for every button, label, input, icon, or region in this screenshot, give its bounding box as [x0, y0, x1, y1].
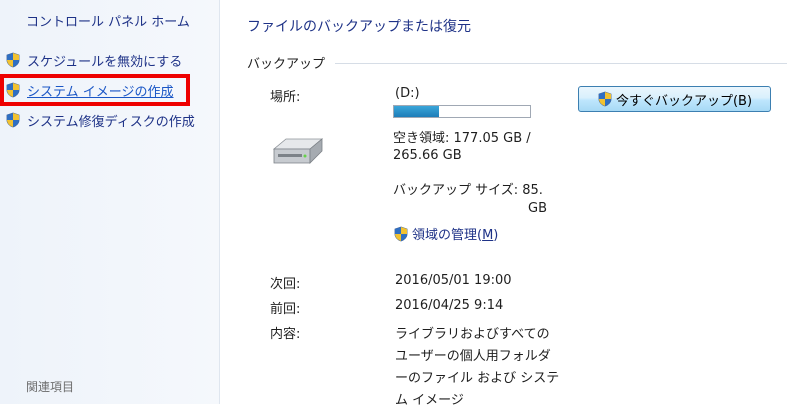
control-panel-home-link[interactable]: コントロール パネル ホーム — [26, 11, 190, 30]
contents-line: ユーザーの個人用フォルダ — [395, 349, 551, 364]
backup-now-label: 今すぐバックアップ(B) — [615, 93, 753, 109]
manage-space-accesskey: M — [482, 228, 494, 243]
manage-space-link[interactable]: 領域の管理(M) — [393, 224, 498, 243]
sidebar-item-label: システム修復ディスクの作成 — [27, 114, 195, 130]
backup-size-text: バックアップ サイズ: 85. — [393, 183, 543, 198]
total-space-text: 265.66 GB — [393, 148, 462, 163]
sidebar-item-disable-schedule[interactable]: スケジュールを無効にする — [5, 50, 182, 70]
contents-line: ライブラリおよびすべての — [395, 327, 550, 342]
sidebar-item-create-repair-disc[interactable]: システム修復ディスクの作成 — [5, 110, 195, 130]
drive-name: (D:) — [395, 86, 420, 101]
shield-icon — [6, 52, 20, 68]
manage-space-label: 領域の管理(M) — [412, 224, 498, 243]
highlight-box — [0, 74, 190, 106]
next-backup-label: 次回: — [270, 277, 301, 292]
shield-icon — [598, 91, 612, 107]
section-divider — [335, 63, 787, 64]
left-pane: コントロール パネル ホーム スケジュールを無効にする システム イメージの作成 — [0, 0, 220, 404]
section-label: バックアップ — [247, 57, 326, 72]
contents-line: ム イメージ — [395, 393, 464, 408]
backup-section-header: バックアップ — [247, 53, 787, 72]
shield-icon — [394, 226, 408, 241]
usage-bar — [393, 105, 531, 118]
next-backup-value: 2016/05/01 19:00 — [395, 273, 512, 288]
free-space-text: 空き領域: 177.05 GB / — [393, 131, 531, 146]
drive-icon — [272, 138, 324, 164]
contents-label: 内容: — [270, 327, 301, 342]
backup-now-button[interactable]: 今すぐバックアップ(B) — [578, 86, 771, 112]
page-title: ファイルのバックアップまたは復元 — [247, 19, 471, 35]
sidebar-item-label: スケジュールを無効にする — [27, 54, 183, 70]
related-topics-heading: 関連項目 — [26, 380, 75, 394]
usage-bar-fill — [394, 106, 439, 117]
last-backup-label: 前回: — [270, 302, 301, 317]
shield-icon — [6, 112, 20, 128]
manage-space-close: ) — [493, 228, 499, 243]
location-label: 場所: — [270, 90, 301, 105]
manage-space-text: 領域の管理( — [412, 228, 483, 243]
contents-line: ーのファイル および システ — [395, 371, 560, 386]
backup-size-unit: GB — [528, 201, 547, 216]
last-backup-value: 2016/04/25 9:14 — [395, 298, 504, 313]
